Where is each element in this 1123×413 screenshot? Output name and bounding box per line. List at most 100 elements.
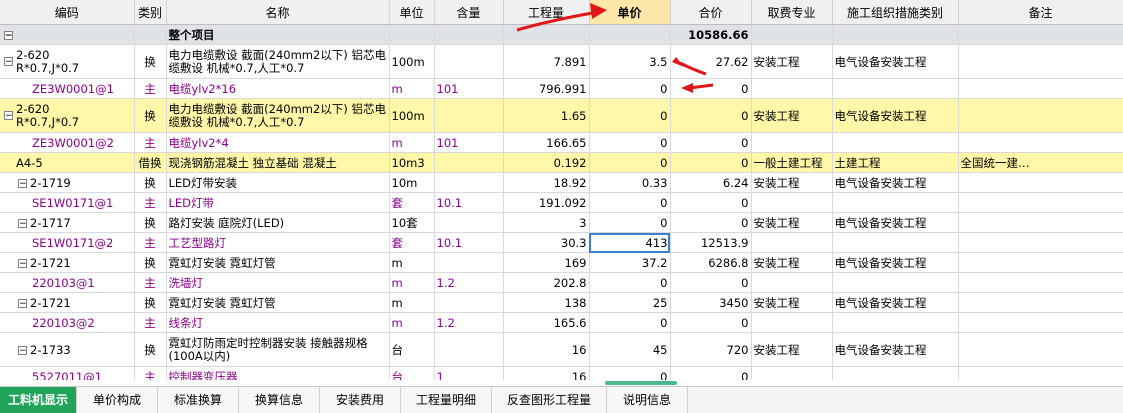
tree-collapse-toggle[interactable]: −: [4, 57, 13, 67]
cell-name[interactable]: 现浇钢筋混凝土 独立基础 混凝土: [166, 152, 390, 173]
cell-unit[interactable]: 台: [389, 332, 435, 367]
cell-measure-category[interactable]: [832, 232, 959, 253]
cell-name[interactable]: 电力电缆敷设 截面(240mm2以下) 铝芯电缆敷设 机械*0.7,人工*0.7: [166, 98, 390, 133]
cell-category[interactable]: 换: [134, 332, 167, 367]
cell-quantity[interactable]: 191.092: [503, 192, 590, 213]
cell-measure-category[interactable]: [832, 132, 959, 153]
cell-fee-specialty[interactable]: [751, 232, 833, 253]
material-row[interactable]: SE1W0171@2 主工艺型路灯套 10.1 30.3 413 12513.9: [0, 232, 1123, 253]
cell-quantity[interactable]: 16: [503, 366, 590, 380]
cell-name[interactable]: 线条灯: [166, 312, 390, 333]
cell-content[interactable]: 1: [434, 366, 504, 380]
cell-unit[interactable]: 10套: [389, 212, 435, 233]
cell-content[interactable]: [434, 212, 504, 233]
cell-code[interactable]: SE1W0171@1: [0, 192, 135, 213]
cell-unit-price[interactable]: 0: [589, 152, 671, 173]
cell-fee-specialty[interactable]: 安装工程: [751, 332, 833, 367]
cell-remark[interactable]: [958, 172, 1123, 193]
cell-fee-specialty[interactable]: [751, 366, 833, 380]
cell-content[interactable]: [434, 44, 504, 79]
tab-notes-info[interactable]: 说明信息: [607, 387, 688, 413]
cell-unit-price[interactable]: 0: [589, 78, 671, 99]
cell-name[interactable]: LED灯带安装: [166, 172, 390, 193]
cell-category[interactable]: 换: [134, 44, 167, 79]
cell-total-price[interactable]: 0: [670, 366, 752, 380]
cell-unit[interactable]: 100m: [389, 98, 435, 133]
tab-install-fee[interactable]: 安装费用: [320, 387, 401, 413]
cell-name[interactable]: 电缆ylv2*16: [166, 78, 390, 99]
material-row[interactable]: 220103@2 主线条灯 m 1.2 165.6 0 0: [0, 312, 1123, 333]
column-header-cat2[interactable]: 施工组织措施类别: [832, 0, 959, 25]
cell-code[interactable]: 220103@2: [0, 312, 135, 333]
cell-fee-specialty[interactable]: [751, 272, 833, 293]
cell-fee-specialty[interactable]: 安装工程: [751, 172, 833, 193]
cell-quantity[interactable]: 166.65: [503, 132, 590, 153]
cell-name[interactable]: 控制器变压器: [166, 366, 390, 380]
cell-content[interactable]: [434, 332, 504, 367]
cell-measure-category[interactable]: [832, 366, 959, 380]
column-header-total[interactable]: 合价: [670, 0, 752, 25]
cell-unit-price[interactable]: 25: [589, 292, 671, 313]
cell-total-price[interactable]: 0: [670, 78, 752, 99]
cell-content[interactable]: 1.2: [434, 312, 504, 333]
cell-total-price[interactable]: 720: [670, 332, 752, 367]
tree-collapse-toggle[interactable]: −: [18, 218, 27, 228]
cell-name[interactable]: LED灯带: [166, 192, 390, 213]
cell-fee-specialty[interactable]: [751, 192, 833, 213]
cell-content[interactable]: 101: [434, 132, 504, 153]
cell-fee-specialty[interactable]: [751, 132, 833, 153]
tree-collapse-toggle[interactable]: −: [18, 298, 27, 308]
cell-unit[interactable]: m: [389, 78, 435, 99]
cell-remark[interactable]: [958, 24, 1123, 45]
tree-collapse-toggle[interactable]: −: [18, 345, 27, 355]
cell-name[interactable]: 电力电缆敷设 截面(240mm2以下) 铝芯电缆敷设 机械*0.7,人工*0.7: [166, 44, 390, 79]
cell-remark[interactable]: [958, 312, 1123, 333]
cell-remark[interactable]: [958, 98, 1123, 133]
cell-total-price[interactable]: 0: [670, 272, 752, 293]
material-row[interactable]: 5527011@1 主控制器变压器台 1 16 0 0: [0, 366, 1123, 380]
tab-reverse-graphic-quantity[interactable]: 反查图形工程量: [492, 387, 607, 413]
cell-unit-price[interactable]: 0: [589, 212, 671, 233]
cell-unit[interactable]: m: [389, 312, 435, 333]
cell-measure-category[interactable]: 土建工程: [832, 152, 959, 173]
cell-unit[interactable]: m: [389, 292, 435, 313]
cell-code[interactable]: −: [0, 24, 135, 45]
cell-code[interactable]: SE1W0171@2: [0, 232, 135, 253]
project-total-row[interactable]: − 整个项目 10586.66: [0, 24, 1123, 45]
cell-unit[interactable]: 10m3: [389, 152, 435, 173]
cell-name[interactable]: 霓虹灯防雨定时控制器安装 接触器规格(100A以内): [166, 332, 390, 367]
cell-code[interactable]: −2-1721: [0, 292, 135, 313]
column-header-unit[interactable]: 单位: [389, 0, 435, 25]
cell-code[interactable]: −2-620 R*0.7,J*0.7: [0, 98, 135, 133]
column-header-amount[interactable]: 工程量: [503, 0, 590, 25]
cell-name[interactable]: 电缆ylv2*4: [166, 132, 390, 153]
cell-fee-specialty[interactable]: 安装工程: [751, 44, 833, 79]
cell-unit-price[interactable]: 0: [589, 312, 671, 333]
cell-unit-price[interactable]: [589, 24, 671, 45]
cell-quantity[interactable]: 18.92: [503, 172, 590, 193]
column-header-code[interactable]: 编码: [0, 0, 135, 25]
cell-measure-category[interactable]: 电气设备安装工程: [832, 332, 959, 367]
cell-measure-category[interactable]: 电气设备安装工程: [832, 252, 959, 273]
material-row[interactable]: ZE3W0001@1 主电缆ylv2*16 m 101 796.991 0 0: [0, 78, 1123, 99]
tab-price-composition[interactable]: 单价构成: [77, 387, 158, 413]
cell-unit-price[interactable]: 37.2: [589, 252, 671, 273]
cell-name[interactable]: 霓虹灯安装 霓虹灯管: [166, 252, 390, 273]
cell-fee-specialty[interactable]: [751, 24, 833, 45]
cell-fee-specialty[interactable]: 安装工程: [751, 252, 833, 273]
cell-quantity[interactable]: 16: [503, 332, 590, 367]
cell-quantity[interactable]: 7.891: [503, 44, 590, 79]
cell-code[interactable]: −2-1719: [0, 172, 135, 193]
cell-total-price[interactable]: 0: [670, 192, 752, 213]
cell-content[interactable]: [434, 292, 504, 313]
quota-row[interactable]: −2-1719 换 LED灯带安装 10m 18.92 0.33 6.24 安装工程 电气设备安…: [0, 172, 1123, 193]
cell-unit-price[interactable]: 0.33: [589, 172, 671, 193]
cell-measure-category[interactable]: 电气设备安装工程: [832, 292, 959, 313]
cell-code[interactable]: −2-1721: [0, 252, 135, 273]
cell-total-price[interactable]: 6286.8: [670, 252, 752, 273]
cell-quantity[interactable]: 169: [503, 252, 590, 273]
cell-fee-specialty[interactable]: [751, 312, 833, 333]
tab-material-display[interactable]: 工料机显示: [0, 387, 77, 413]
cell-fee-specialty[interactable]: 安装工程: [751, 212, 833, 233]
column-header-name[interactable]: 名称: [166, 0, 390, 25]
